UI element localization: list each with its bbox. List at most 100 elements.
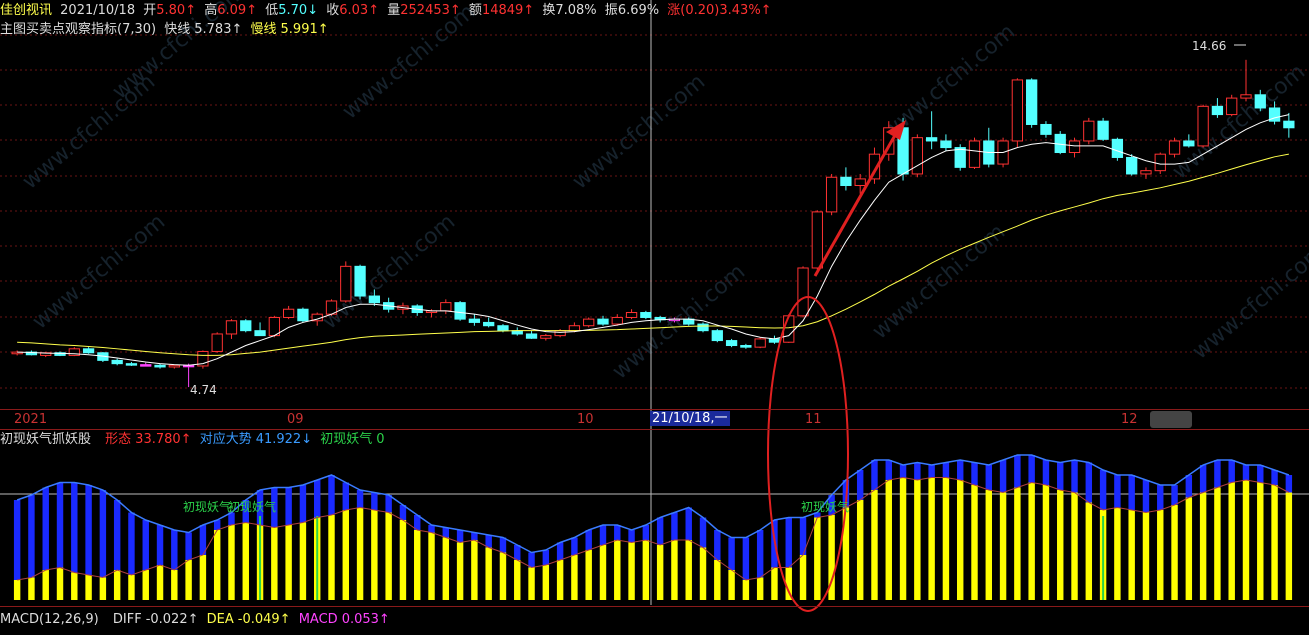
candle-body (111, 359, 123, 365)
diff-value: -0.022↑ (145, 612, 199, 627)
trend-bar (71, 482, 78, 573)
trend-bar (642, 525, 650, 540)
form-bar (1185, 497, 1193, 600)
trend-bar (1214, 460, 1221, 488)
stock-name[interactable]: 佳创视讯 (0, 3, 52, 18)
macd-separator (0, 606, 1309, 607)
form-bar (1257, 482, 1264, 600)
candle-body (968, 140, 981, 168)
time-scroll-thumb[interactable] (1150, 411, 1192, 428)
trend-bar (371, 492, 378, 510)
chart-canvas[interactable]: www.cfchi.com www.cfchi.com www.cfchi.com w… (0, 0, 1309, 635)
trend-bar (699, 517, 707, 548)
trend-bar (756, 530, 764, 578)
candle-body (1197, 105, 1209, 147)
signal-tag: 初现妖气 (183, 500, 232, 514)
form-bar (1171, 505, 1178, 600)
form-bar (856, 500, 864, 600)
candle-body (954, 147, 966, 168)
candle-body (454, 302, 466, 320)
form-bar (228, 525, 235, 600)
fast-line-label: 快线 (164, 22, 191, 37)
form-bar (1228, 482, 1235, 600)
main-indicator-name[interactable]: 主图买卖点观察指标(7,30) (0, 22, 156, 37)
trend-bar (956, 460, 964, 480)
trend-bar (1228, 460, 1235, 483)
form-bar (371, 510, 378, 600)
trend-bar (356, 490, 364, 508)
macd-name[interactable]: MACD(12,26,9) (0, 612, 99, 627)
trend-bar (599, 525, 607, 545)
form-bar (728, 570, 735, 600)
candle-body (568, 325, 581, 332)
candle-body (211, 333, 223, 352)
trend-bar (299, 485, 307, 523)
candle-body (140, 364, 152, 367)
trend-bar (985, 465, 993, 490)
trend-bar (1199, 465, 1207, 493)
form-bar (271, 527, 278, 600)
candle-body (1226, 97, 1238, 116)
candle-body (125, 363, 138, 366)
form-bar (756, 577, 764, 600)
form-bar (299, 522, 307, 600)
trend-bar (1114, 475, 1121, 508)
form-bar (614, 540, 621, 600)
trend-bar (1014, 455, 1021, 488)
form-bar (1271, 485, 1278, 600)
form-bar (85, 575, 92, 600)
form-bar (585, 550, 592, 600)
low-field: 低5.70↓ (265, 3, 319, 18)
form-bar (1242, 480, 1250, 600)
form-bar (13, 580, 21, 600)
trend-bar (914, 462, 921, 480)
trend-bar (1185, 475, 1193, 498)
form-bar (656, 545, 664, 600)
candle-body (1183, 140, 1195, 147)
candle-body (925, 137, 938, 142)
trend-bar (1085, 462, 1093, 503)
signal-label: 初现妖气 (320, 432, 373, 447)
annotation-ellipse (767, 296, 849, 612)
form-bar (128, 575, 135, 600)
candle-body (911, 137, 923, 175)
trend-bar (571, 537, 578, 555)
trend-bar (999, 460, 1007, 493)
form-bar (171, 570, 178, 600)
trend-bar (1285, 475, 1293, 493)
form-bar (642, 540, 650, 600)
form-bar (528, 567, 535, 600)
candle-body (711, 330, 723, 342)
form-bar (928, 477, 935, 600)
candle-body (354, 265, 366, 297)
low-price-label: 4.74 (190, 383, 217, 397)
watermark-layer: www.cfchi.com www.cfchi.com www.cfchi.com w… (18, 0, 1309, 385)
form-bar (456, 542, 464, 600)
trend-label: 对应大势 (199, 432, 252, 447)
trend-bar (942, 462, 950, 478)
high-field: 高6.09↑ (204, 3, 258, 18)
amplitude-field: 振6.69% (604, 3, 660, 18)
form-bar (185, 560, 192, 600)
trend-bar (742, 537, 750, 580)
form-bar (242, 522, 249, 600)
signal-tag: 初现妖气 (228, 500, 277, 514)
dea-value: -0.049↑ (237, 612, 291, 627)
candle-body (797, 267, 809, 317)
sub-indicator-name[interactable]: 初现妖气抓妖股 (0, 432, 91, 447)
form-bar (1157, 510, 1164, 600)
form-bar (699, 547, 707, 600)
trend-bar (1157, 485, 1164, 510)
form-bar (799, 555, 807, 600)
signal-bar (316, 516, 319, 600)
trend-bar (856, 470, 864, 500)
form-bar (428, 532, 435, 600)
macd-value: 0.053↑ (341, 612, 390, 627)
form-bar (71, 572, 78, 600)
form-bar (871, 490, 878, 600)
trend-bar (1271, 470, 1278, 485)
candle-body (583, 318, 595, 327)
form-bar (156, 565, 164, 600)
trend-bar (142, 520, 149, 570)
date-tick-12: 12 (1121, 412, 1138, 427)
